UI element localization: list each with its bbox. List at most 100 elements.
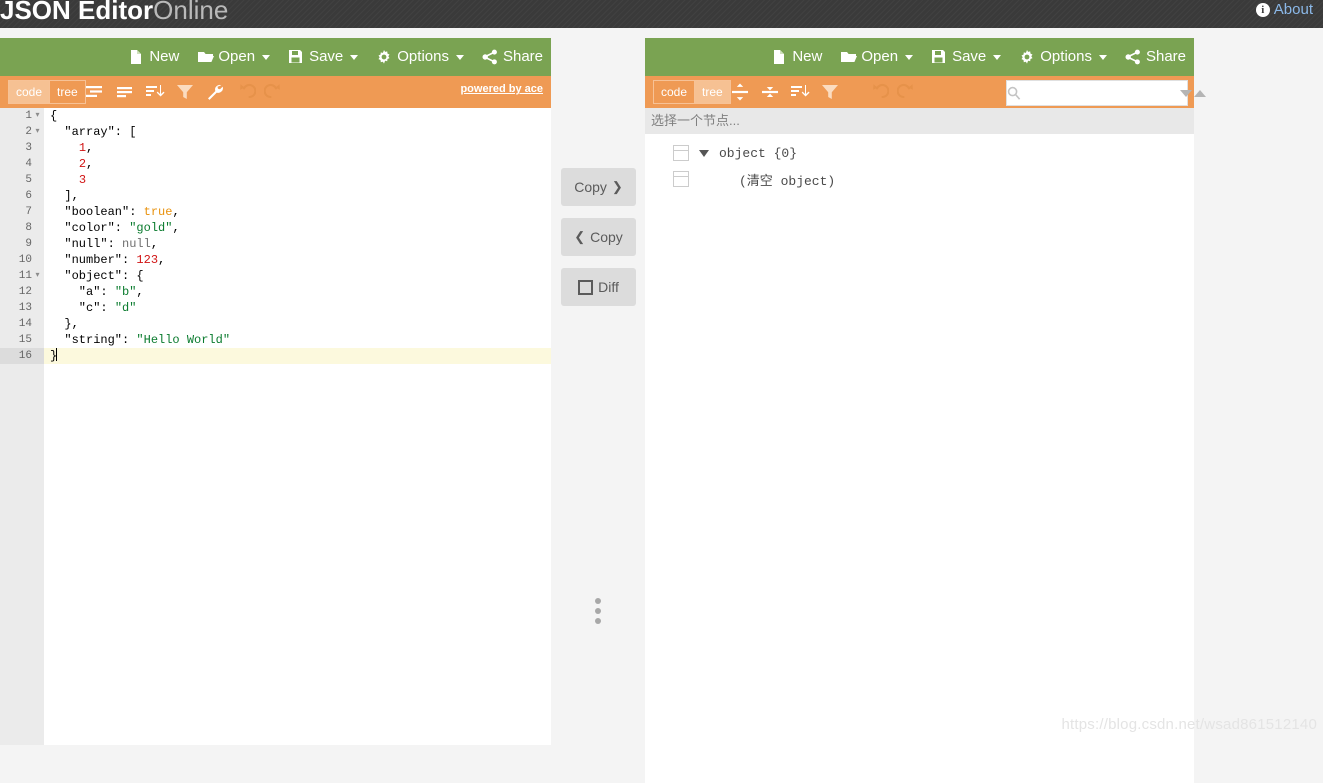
- tree-search-box[interactable]: [1006, 80, 1206, 106]
- code-line[interactable]: "object": {: [44, 268, 551, 284]
- right-new-button[interactable]: New: [771, 38, 822, 76]
- code-line[interactable]: "number": 123,: [44, 252, 551, 268]
- powered-by-ace-link[interactable]: powered by ace: [460, 83, 543, 95]
- right-toolbar: code tree: [645, 76, 1206, 108]
- app-header: JSON EditorOnline i About: [0, 0, 1323, 28]
- about-label: About: [1273, 1, 1313, 18]
- info-icon: i: [1255, 3, 1270, 17]
- right-save-button[interactable]: Save: [931, 38, 1002, 76]
- fold-toggle-icon[interactable]: ▾: [33, 108, 42, 124]
- right-open-button[interactable]: Open: [840, 38, 914, 76]
- code-line[interactable]: "null": null,: [44, 236, 551, 252]
- triangle-up-icon[interactable]: [1194, 89, 1206, 97]
- gutter-line[interactable]: 7: [0, 204, 44, 220]
- gutter-line[interactable]: 5: [0, 172, 44, 188]
- fold-toggle-icon[interactable]: ▾: [33, 124, 42, 140]
- drag-handle-icon[interactable]: [673, 171, 689, 187]
- copy-left-button[interactable]: ❮ Copy: [561, 218, 636, 256]
- right-mode-tree[interactable]: tree: [695, 80, 731, 104]
- expand-all-icon[interactable]: [729, 81, 751, 103]
- vertical-dots-icon[interactable]: [595, 598, 601, 624]
- left-menu-items: New Open Save Options Share: [128, 38, 543, 76]
- gutter-line[interactable]: 14: [0, 316, 44, 332]
- redo-icon[interactable]: [264, 81, 286, 103]
- gutter-line[interactable]: 6: [0, 188, 44, 204]
- gutter-line[interactable]: 9: [0, 236, 44, 252]
- right-mode-code[interactable]: code: [653, 80, 696, 104]
- left-options-button[interactable]: Options: [376, 38, 464, 76]
- code-line[interactable]: 1,: [44, 140, 551, 156]
- triangle-down-icon[interactable]: [1180, 89, 1192, 97]
- right-save-label: Save: [952, 48, 987, 65]
- left-mode-switch: code tree: [8, 80, 86, 104]
- code-line[interactable]: }: [44, 348, 551, 364]
- code-line[interactable]: "boolean": true,: [44, 204, 551, 220]
- sort-icon[interactable]: [144, 81, 166, 103]
- page-title-light: Online: [153, 0, 229, 25]
- diff-button[interactable]: Diff: [561, 268, 636, 306]
- sort-icon[interactable]: [789, 81, 811, 103]
- code-line[interactable]: "c": "d": [44, 300, 551, 316]
- gutter-line[interactable]: 16: [0, 348, 44, 364]
- collapse-all-icon[interactable]: [759, 81, 781, 103]
- wrench-icon[interactable]: [204, 81, 226, 103]
- left-mode-tree[interactable]: tree: [50, 80, 86, 104]
- gutter-line[interactable]: 4: [0, 156, 44, 172]
- triangle-down-icon[interactable]: [699, 149, 709, 157]
- undo-icon[interactable]: [867, 81, 889, 103]
- code-line[interactable]: "string": "Hello World": [44, 332, 551, 348]
- code-line[interactable]: 3: [44, 172, 551, 188]
- search-input[interactable]: [1021, 82, 1180, 104]
- right-share-button[interactable]: Share: [1125, 38, 1186, 76]
- square-icon: [578, 279, 594, 295]
- tree-root-label: object {0}: [719, 145, 798, 161]
- gutter-line[interactable]: 1 ▾: [0, 108, 44, 124]
- left-save-button[interactable]: Save: [288, 38, 359, 76]
- drag-handle-icon[interactable]: [673, 145, 689, 161]
- right-menubar: New Open Save Options Share: [645, 38, 1194, 76]
- code-line[interactable]: 2,: [44, 156, 551, 172]
- code-line[interactable]: "array": [: [44, 124, 551, 140]
- json-editor-online-app: JSON EditorOnline i About New Open Save …: [0, 0, 1323, 783]
- search-nav: [1180, 89, 1210, 97]
- undo-icon[interactable]: [234, 81, 256, 103]
- page-title: JSON EditorOnline: [0, 0, 228, 27]
- format-indent-icon[interactable]: [84, 81, 106, 103]
- tree-row-root[interactable]: object {0}: [645, 140, 1194, 166]
- gutter-line[interactable]: 3: [0, 140, 44, 156]
- about-link[interactable]: i About: [1255, 0, 1313, 21]
- gutter-line[interactable]: 10: [0, 252, 44, 268]
- code-line[interactable]: "color": "gold",: [44, 220, 551, 236]
- left-open-button[interactable]: Open: [197, 38, 271, 76]
- floppy-disk-icon: [288, 49, 304, 65]
- editor-code-area[interactable]: { "array": [ 1, 2, 3 ], "boolean": true,…: [44, 108, 551, 745]
- code-line[interactable]: },: [44, 316, 551, 332]
- gutter-line[interactable]: 15: [0, 332, 44, 348]
- gutter-line[interactable]: 8: [0, 220, 44, 236]
- gutter-line[interactable]: 12: [0, 284, 44, 300]
- compact-icon[interactable]: [114, 81, 136, 103]
- gutter-line[interactable]: 2 ▾: [0, 124, 44, 140]
- redo-icon[interactable]: [897, 81, 919, 103]
- watermark: https://blog.csdn.net/wsad861512140: [1061, 716, 1317, 733]
- copy-right-button[interactable]: Copy ❯: [561, 168, 636, 206]
- gutter-line[interactable]: 11 ▾: [0, 268, 44, 284]
- copy-left-label: Copy: [590, 229, 623, 245]
- left-share-button[interactable]: Share: [482, 38, 543, 76]
- code-line[interactable]: "a": "b",: [44, 284, 551, 300]
- tree-row-child[interactable]: (清空 object): [645, 166, 1194, 192]
- gutter-line[interactable]: 13: [0, 300, 44, 316]
- filter-icon[interactable]: [174, 81, 196, 103]
- dot: [595, 618, 601, 624]
- code-line[interactable]: {: [44, 108, 551, 124]
- gear-icon: [376, 49, 392, 65]
- filter-icon[interactable]: [819, 81, 841, 103]
- code-line[interactable]: ],: [44, 188, 551, 204]
- tree-view[interactable]: object {0} (清空 object): [645, 134, 1194, 783]
- left-new-button[interactable]: New: [128, 38, 179, 76]
- left-mode-code[interactable]: code: [8, 80, 51, 104]
- code-editor[interactable]: 1 ▾ 2 ▾ 3 4 5 6 7 8 9 10 11 ▾ 12 13 14 15 16 { "array": [ …: [0, 108, 551, 745]
- right-options-button[interactable]: Options: [1019, 38, 1107, 76]
- fold-toggle-icon[interactable]: ▾: [33, 268, 42, 284]
